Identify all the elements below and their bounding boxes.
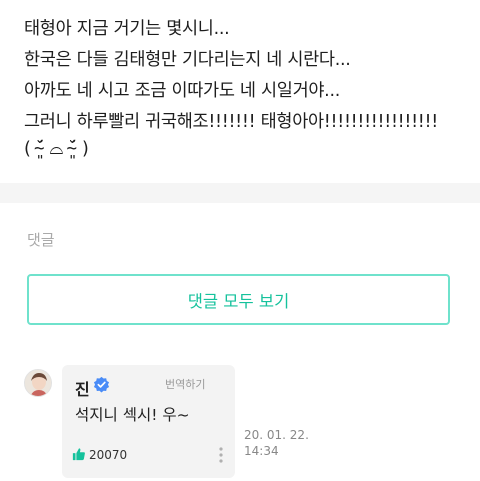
avatar[interactable] (24, 369, 52, 397)
view-all-comments-button[interactable]: 댓글 모두 보기 (27, 274, 450, 325)
post-emoticon: ( ˘̴͈́ ⌓ ˘̴͈́ ) (24, 139, 89, 159)
comments-section: 댓글 댓글 모두 보기 진 번역하기 석지니 섹시! 우~ 20070 20. … (0, 203, 480, 481)
section-divider (0, 183, 480, 203)
like-count: 20070 (89, 448, 128, 462)
comment-date: 20. 01. 22. (244, 428, 309, 442)
post-line: 아까도 네 시고 조금 이따가도 네 시일거야... (24, 81, 340, 101)
comments-section-label: 댓글 (27, 231, 55, 249)
post-line: 그러니 하루빨리 귀국해조!!!!!!! 태형아아!!!!!!!!!!!!!!!… (24, 112, 438, 132)
avatar-portrait-icon (25, 370, 51, 396)
comment-author[interactable]: 진 (75, 376, 90, 400)
more-options-icon[interactable] (213, 445, 229, 465)
thumbs-up-icon[interactable] (72, 447, 86, 461)
comment-time: 14:34 (244, 444, 279, 458)
comment-bubble: 진 번역하기 석지니 섹시! 우~ 20070 (62, 365, 235, 478)
translate-link[interactable]: 번역하기 (165, 376, 205, 392)
post-body: 태형아 지금 거기는 몇시니... 한국은 다들 김태형만 기다리는지 네 시란… (0, 0, 480, 183)
post-line: 태형아 지금 거기는 몇시니... (24, 19, 230, 39)
comment-text: 석지니 섹시! 우~ (75, 406, 190, 424)
post-line: 한국은 다들 김태형만 기다리는지 네 시란다... (24, 50, 351, 70)
verified-badge-icon (93, 376, 110, 393)
